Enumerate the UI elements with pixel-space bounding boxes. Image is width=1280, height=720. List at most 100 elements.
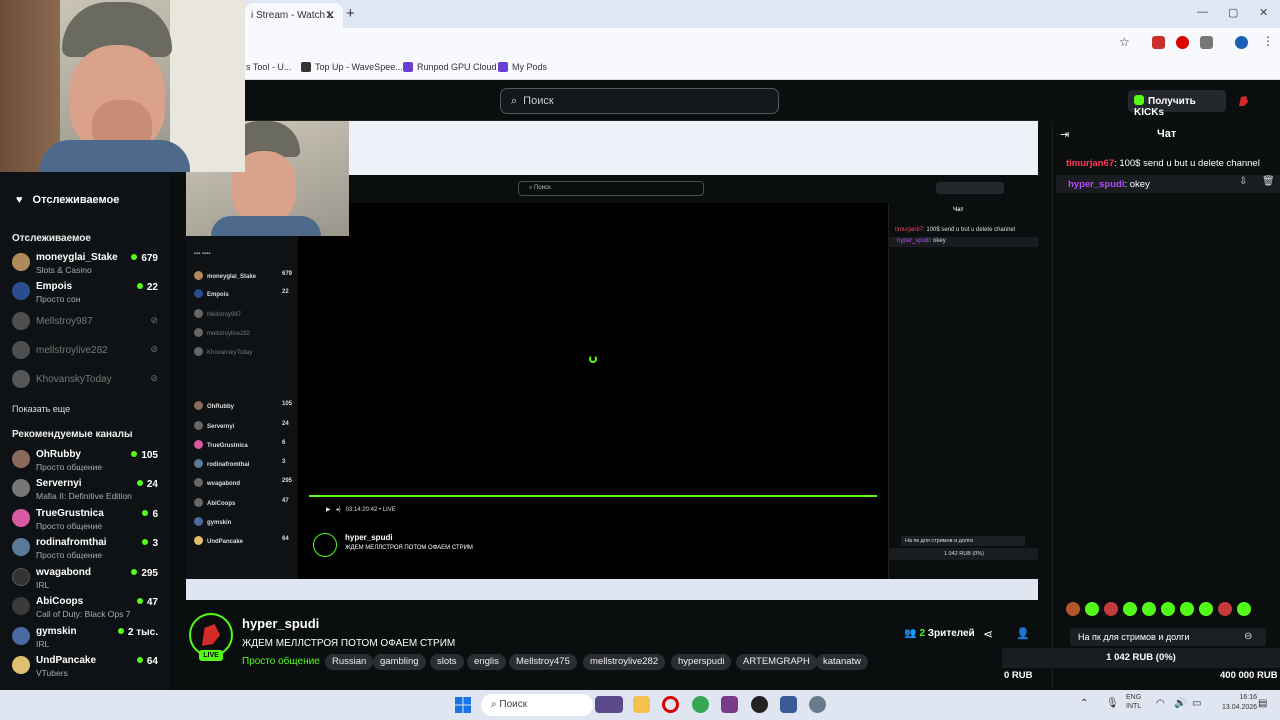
follow-icon[interactable]: 👤: [1016, 627, 1030, 640]
bookmark-star-icon[interactable]: ☆: [1119, 35, 1130, 49]
emote-bar[interactable]: [1066, 602, 1276, 620]
channel-avatar: [12, 370, 30, 388]
search-icon: ⌕: [511, 95, 518, 107]
viewer-count: 105: [131, 450, 158, 461]
battery-icon[interactable]: ▭: [1192, 698, 1201, 709]
stream-tag[interactable]: Mellstroy475: [509, 654, 577, 670]
windows-start-icon[interactable]: [455, 697, 471, 713]
file-explorer-icon[interactable]: [633, 696, 650, 713]
viewer-count: 24: [137, 479, 158, 490]
channel-avatar: [12, 627, 30, 645]
stream-tag[interactable]: katanatw: [816, 654, 869, 670]
live-badge: LIVE: [199, 650, 223, 661]
tray-arrow-icon[interactable]: ⌃: [1080, 698, 1088, 709]
sidebar-channel[interactable]: OhRubby Просто общение 105: [12, 448, 162, 476]
extension-icon[interactable]: [1152, 36, 1165, 49]
new-tab-button[interactable]: +: [346, 5, 355, 22]
obs-icon[interactable]: [751, 696, 768, 713]
profile-icon[interactable]: [1235, 36, 1248, 49]
channel-name: TrueGrustnica: [36, 508, 104, 519]
minimize-icon[interactable]: —: [1197, 6, 1208, 18]
opera-icon[interactable]: [662, 696, 679, 713]
channel-avatar: [12, 597, 30, 615]
video-controls[interactable]: ▶ ◂) 03:14:20:42 • LIVE: [326, 506, 396, 513]
sidebar-channel[interactable]: TrueGrustnica Просто общение 6: [12, 507, 162, 535]
get-kicks-button[interactable]: Получить KICKs: [1128, 90, 1226, 118]
stream-tag[interactable]: slots: [430, 654, 464, 670]
stream-tag[interactable]: ARTEMGRAPH: [736, 654, 817, 670]
notification-icon[interactable]: ▤: [1258, 698, 1267, 709]
channel-name: KhovanskyToday: [36, 374, 112, 385]
sidebar-channel[interactable]: Servernyi Mafia II: Definitive Edition 2…: [12, 477, 162, 505]
sidebar-channel[interactable]: moneyglai_Stake Slots & Casino 679: [12, 251, 162, 279]
channel-category: Mafia II: Definitive Edition: [36, 491, 132, 501]
close-tab-icon[interactable]: ✕: [325, 8, 335, 22]
close-window-icon[interactable]: ✕: [1259, 6, 1268, 19]
pin-icon[interactable]: ⇩: [1239, 176, 1247, 187]
sidebar-channel[interactable]: UndPancake VTubers 64: [12, 654, 162, 682]
chrome-icon[interactable]: [692, 696, 709, 713]
bookmark-item[interactable]: Runpod GPU Cloud: [403, 62, 497, 72]
stream-tag[interactable]: gambling: [373, 654, 426, 670]
viewer-count: 295: [131, 568, 158, 579]
maximize-icon[interactable]: ▢: [1228, 6, 1238, 19]
trash-icon[interactable]: 🗑: [1262, 176, 1275, 187]
puzzle-icon[interactable]: [1200, 36, 1213, 49]
stream-category-link[interactable]: Просто общение: [242, 656, 320, 667]
channel-avatar: [12, 253, 30, 271]
wifi-icon[interactable]: ◠: [1156, 698, 1165, 709]
donation-goal: На пк для стримов и долги: [1070, 628, 1266, 646]
stream-tag[interactable]: englis: [467, 654, 506, 670]
search-input[interactable]: ⌕ Поиск: [500, 88, 779, 114]
browser-tab[interactable]: i Stream - Watch L ✕: [245, 3, 343, 28]
collapse-chat-icon[interactable]: ⇥: [1060, 128, 1069, 141]
sidebar-channel[interactable]: Empois Просто сон 22: [12, 280, 162, 308]
channel-avatar: [12, 479, 30, 497]
sidebar-channel-offline[interactable]: Mellstroy987 ⊘: [12, 310, 162, 338]
close-goal-icon[interactable]: ⊖: [1244, 631, 1252, 642]
viewer-count: 22: [137, 282, 158, 293]
channel-name: moneyglai_Stake: [36, 252, 118, 263]
viewer-count: 679: [131, 253, 158, 264]
streamer-name[interactable]: hyper_spudi: [242, 616, 319, 631]
volume-icon[interactable]: 🔊: [1174, 698, 1186, 709]
channel-avatar: [12, 282, 30, 300]
mic-icon[interactable]: 🎙: [1106, 698, 1119, 709]
sidebar-followed-nav[interactable]: ♥ Отслеживаемое: [16, 194, 119, 206]
channel-avatar: [12, 538, 30, 556]
sidebar-channel[interactable]: wvagabond IRL 295: [12, 566, 162, 594]
taskbar-app-icon[interactable]: [721, 696, 738, 713]
offline-icon: ⊘: [150, 344, 158, 354]
sidebar-channel[interactable]: AbiCoops Call of Duty: Black Ops 7 47: [12, 595, 162, 623]
viewer-count: 2 тыс.: [118, 627, 158, 638]
sidebar-channel-offline[interactable]: mellstroylive282 ⊘: [12, 339, 162, 367]
taskbar-search[interactable]: ⌕ Поиск: [481, 694, 593, 716]
settings-icon[interactable]: [809, 696, 826, 713]
show-more-link[interactable]: Показать еще: [12, 404, 70, 414]
sidebar-channel-offline[interactable]: KhovanskyToday ⊘: [12, 368, 162, 396]
language-indicator[interactable]: ENG INTL: [1126, 693, 1141, 711]
channel-name: Servernyi: [36, 478, 82, 489]
opera-extension-icon[interactable]: [1176, 36, 1189, 49]
bookmark-item[interactable]: Top Up - WaveSpee...: [301, 62, 403, 72]
clock[interactable]: 16:16 13.04.2026: [1222, 693, 1257, 713]
taskbar-app-icon[interactable]: [595, 696, 623, 713]
bookmark-item[interactable]: s Tool - U...: [246, 62, 291, 72]
bookmark-item[interactable]: My Pods: [498, 62, 547, 72]
stream-tag[interactable]: Russian: [325, 654, 374, 670]
sidebar-channel[interactable]: gymskin IRL 2 тыс.: [12, 625, 162, 653]
channel-name: Mellstroy987: [36, 316, 93, 327]
offline-icon: ⊘: [150, 315, 158, 325]
video-progress-bar[interactable]: [309, 495, 877, 497]
share-icon[interactable]: ⋖: [983, 627, 993, 641]
sidebar-channel[interactable]: rodinafromthai Просто общение 3: [12, 536, 162, 564]
taskbar-app-icon[interactable]: [780, 696, 797, 713]
stream-tag[interactable]: mellstroylive282: [583, 654, 666, 670]
stream-tag[interactable]: hyperspudi: [671, 654, 732, 670]
menu-dots-icon[interactable]: ⋮: [1262, 34, 1274, 48]
channel-name: OhRubby: [36, 449, 81, 460]
user-avatar[interactable]: [1234, 92, 1252, 110]
channel-name: gymskin: [36, 626, 77, 637]
chat-title: Чат: [1157, 128, 1177, 140]
video-player[interactable]: ⌕ Поиск ▪▪▪ ▪▪▪▪ moneyglai_Stake 679 Empo…: [186, 120, 1038, 600]
